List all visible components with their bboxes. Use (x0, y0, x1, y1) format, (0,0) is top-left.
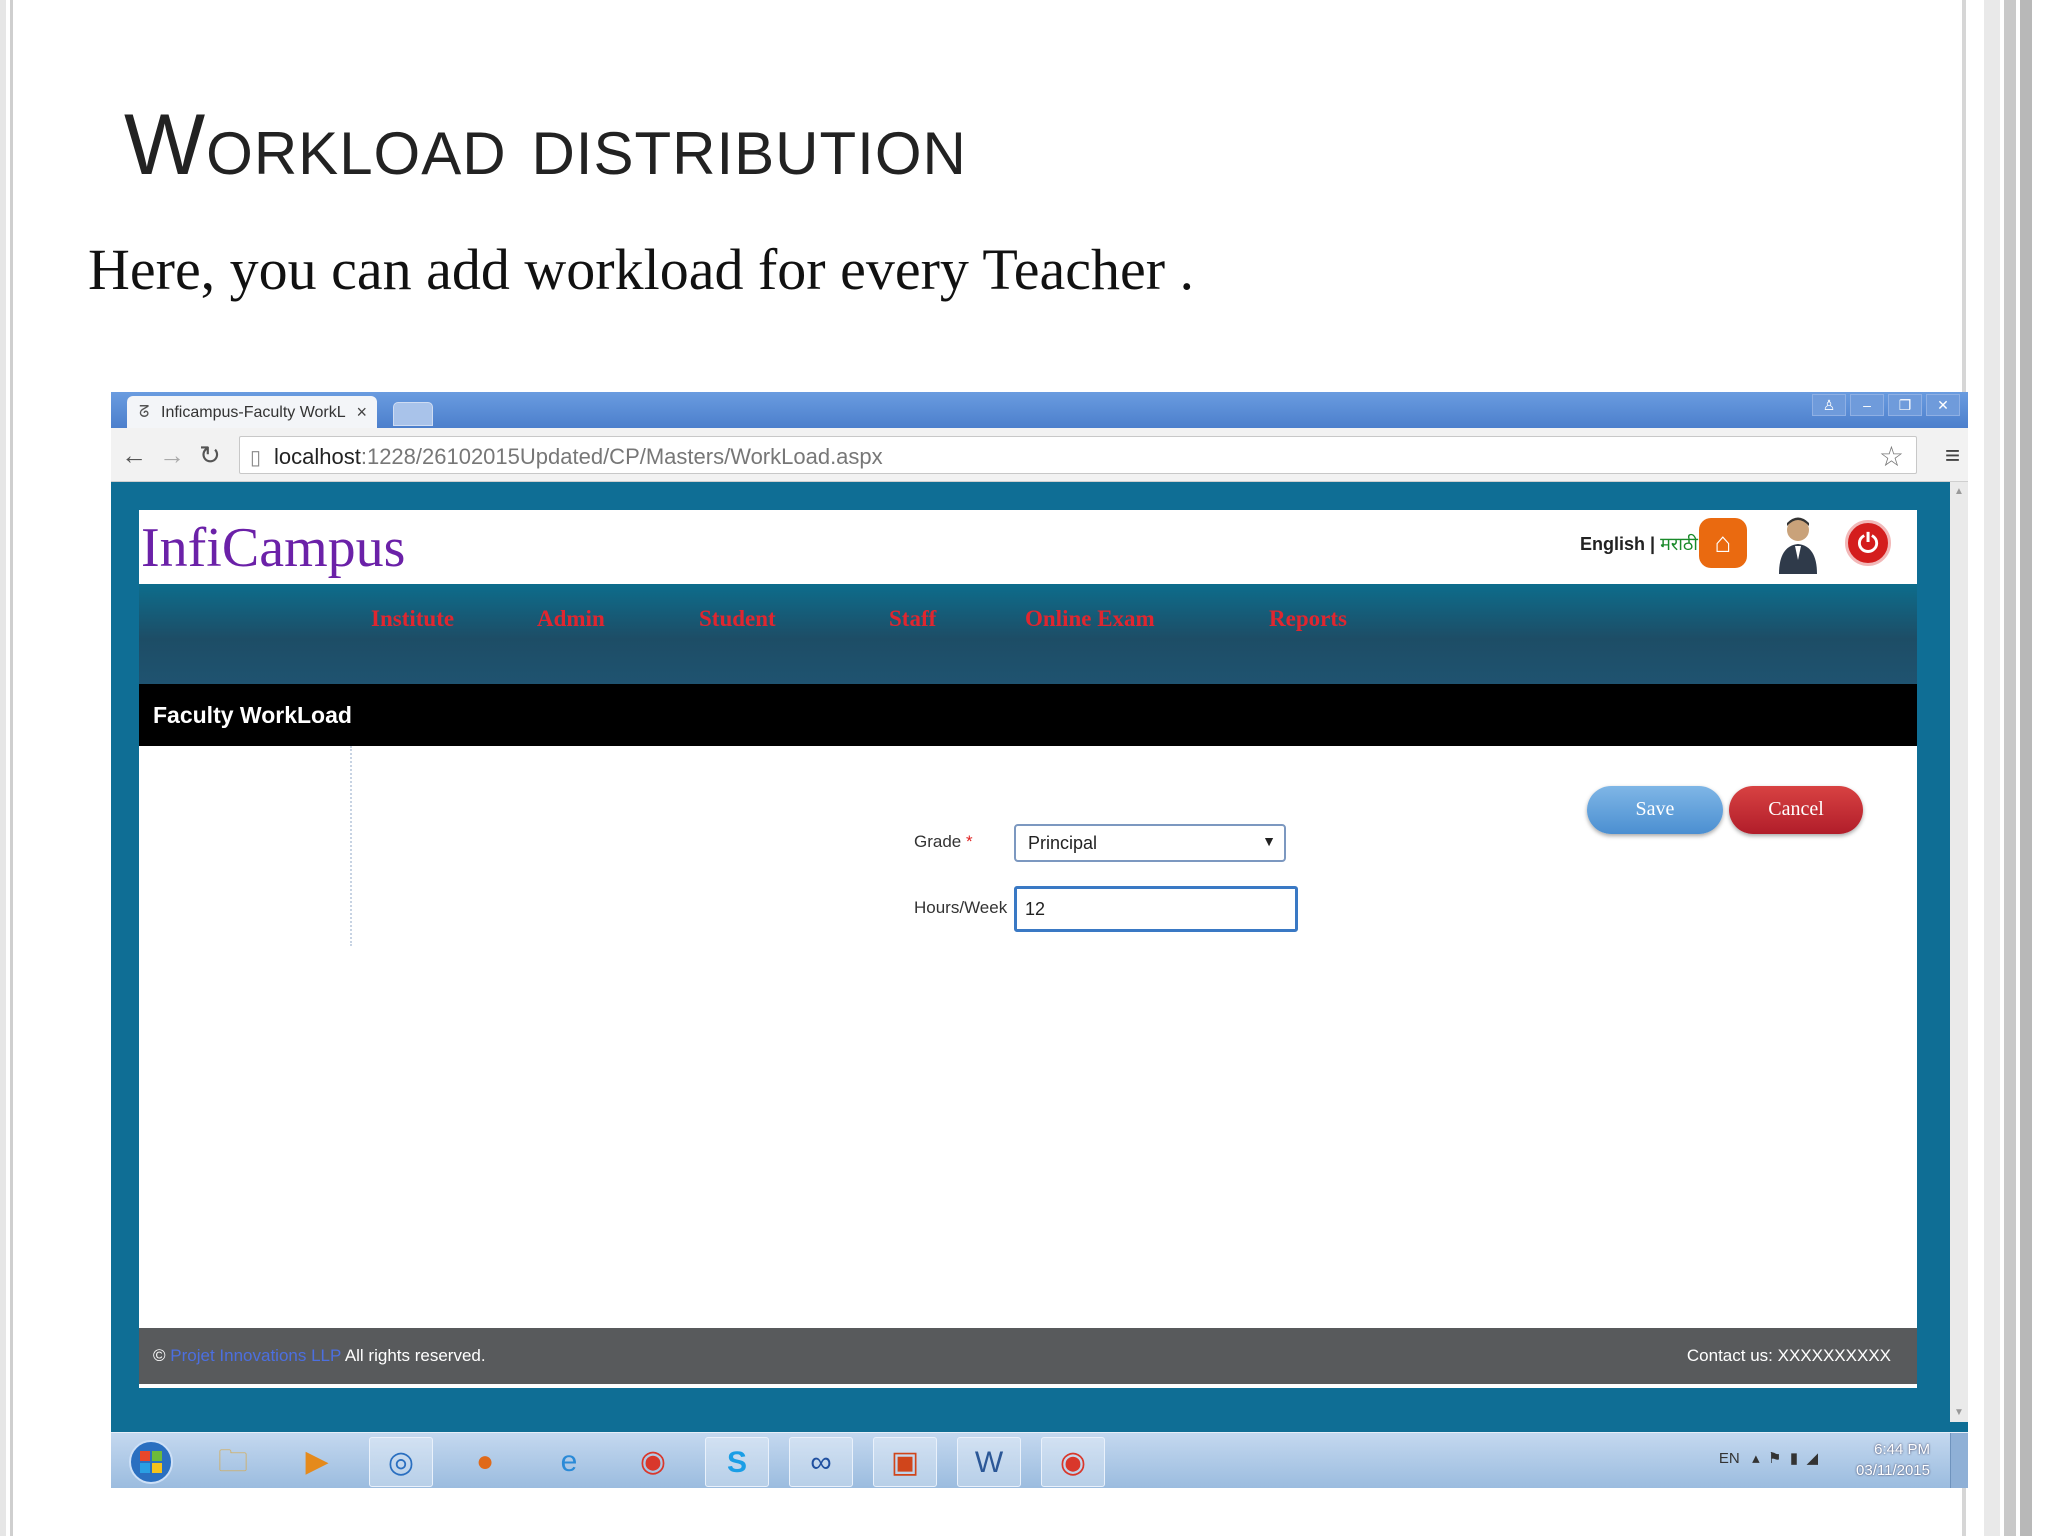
menu-item-student[interactable]: Student (699, 606, 776, 632)
reload-icon[interactable]: ↻ (199, 440, 221, 471)
lang-separator: | (1645, 534, 1661, 554)
lang-english-link[interactable]: English (1580, 534, 1645, 554)
slide-left-border (0, 0, 6, 1536)
internet-explorer-icon[interactable]: e (537, 1437, 601, 1487)
back-arrow-icon[interactable]: ← (121, 440, 147, 471)
user-profile-icon[interactable] (1773, 514, 1823, 574)
footer-copyright: © Projet Innovations LLP All rights rese… (153, 1346, 486, 1366)
page-scrollbar[interactable]: ▲ ▼ (1950, 482, 1968, 1422)
scroll-up-icon[interactable]: ▲ (1954, 486, 1964, 497)
scroll-down-icon[interactable]: ▼ (1954, 1407, 1964, 1418)
home-icon[interactable]: ⌂ (1699, 518, 1747, 568)
infinity-app-icon[interactable]: ∞ (789, 1437, 853, 1487)
logout-power-icon[interactable]: ⏻ (1845, 520, 1891, 566)
page-title: Faculty WorkLoad (153, 702, 352, 728)
power-tray-icon[interactable]: ▮ (1790, 1450, 1798, 1467)
skype-icon[interactable]: S (705, 1437, 769, 1487)
copyright-symbol: © (153, 1346, 166, 1365)
app-footer: © Projet Innovations LLP All rights rese… (139, 1328, 1917, 1384)
restore-button[interactable]: ❐ (1888, 394, 1922, 416)
hours-label: Hours/Week (914, 898, 1008, 917)
menu-item-online-exam[interactable]: Online Exam (1025, 606, 1155, 632)
address-bar[interactable]: ▯ localhost:1228/26102015Updated/CP/Mast… (239, 436, 1917, 474)
show-desktop-button[interactable] (1950, 1433, 1968, 1488)
clock[interactable]: 6:44 PM 03/11/2015 (1856, 1439, 1930, 1481)
minimize-button[interactable]: – (1850, 394, 1884, 416)
page-header: Faculty WorkLoad (139, 684, 1917, 746)
divider (350, 746, 354, 946)
language-switcher: English | मराठी (1580, 532, 1698, 556)
tab-title: Inficampus-Faculty WorkL (161, 404, 346, 421)
slide-right-bar (1984, 0, 2000, 1536)
main-menu: Institute Admin Student Staff Online Exa… (139, 584, 1917, 684)
forward-arrow-icon[interactable]: → (159, 440, 185, 471)
slide-title: Workload distribution (124, 97, 967, 193)
language-indicator[interactable]: EN (1719, 1450, 1740, 1467)
file-explorer-icon[interactable]: 🗀 (201, 1437, 265, 1487)
chrome-icon[interactable]: ◉ (621, 1437, 685, 1487)
url-host: localhost (274, 444, 361, 469)
grade-label: Grade * (914, 832, 973, 852)
url-path: :1228/26102015Updated/CP/Masters/WorkLoa… (360, 444, 883, 469)
lang-marathi-link[interactable]: मराठी (1660, 534, 1698, 554)
browser-titlebar: ᘔ Inficampus-Faculty WorkL × ♙ – ❐ ✕ (111, 392, 1968, 428)
clock-time: 6:44 PM (1874, 1441, 1930, 1458)
signal-icon[interactable]: ◢ (1806, 1450, 1818, 1467)
window-controls: ♙ – ❐ ✕ (1812, 394, 1960, 416)
save-button[interactable]: Save (1587, 786, 1723, 834)
close-window-button[interactable]: ✕ (1926, 394, 1960, 416)
menu-item-reports[interactable]: Reports (1269, 606, 1347, 632)
browser-tab[interactable]: ᘔ Inficampus-Faculty WorkL × (127, 396, 377, 428)
address-toolbar: ← → ↻ ▯ localhost:1228/26102015Updated/C… (111, 428, 1968, 482)
app-window: InfiCampus English | मराठी ⌂ ⏻ Institute… (139, 510, 1917, 1388)
firefox-icon[interactable]: ● (453, 1437, 517, 1487)
form-area: Grade * Principal ▼ Hours/Week 12 Save C… (139, 746, 1917, 1328)
browser-menu-icon[interactable]: ≡ (1945, 440, 1960, 471)
cancel-button[interactable]: Cancel (1729, 786, 1863, 834)
slide-left-border-inner (10, 0, 13, 1536)
chrome-active-icon[interactable]: ◉ (1041, 1437, 1105, 1487)
tab-close-icon[interactable]: × (356, 402, 367, 423)
slide-right-bar-3 (2020, 0, 2032, 1536)
app-header: InfiCampus English | मराठी ⌂ ⏻ (139, 510, 1917, 584)
menu-item-staff[interactable]: Staff (889, 606, 936, 632)
chevron-down-icon: ▼ (1262, 833, 1276, 849)
page-icon: ▯ (250, 447, 262, 469)
hours-per-week-input[interactable]: 12 (1014, 886, 1298, 932)
required-marker: * (965, 832, 973, 851)
rights-text: All rights reserved. (344, 1346, 486, 1365)
slide-subtitle: Here, you can add workload for every Tea… (88, 237, 1195, 302)
slide: Workload distribution Here, you can add … (0, 0, 2048, 1536)
powerpoint-icon[interactable]: ▣ (873, 1437, 937, 1487)
bookmark-star-icon[interactable]: ☆ (1879, 440, 1904, 473)
action-center-icon[interactable]: ⚑ (1768, 1450, 1781, 1467)
word-icon[interactable]: W (957, 1437, 1021, 1487)
windows-taskbar: 🗀 ▶ ◎ ● e ◉ S ∞ ▣ W ◉ EN ▴ ⚑ ▮ ◢ 6:44 PM… (111, 1432, 1968, 1488)
clock-date: 03/11/2015 (1856, 1462, 1930, 1479)
grade-select[interactable]: Principal ▼ (1014, 824, 1286, 862)
system-tray: EN ▴ ⚑ ▮ ◢ (1719, 1449, 1818, 1467)
app-logo[interactable]: InfiCampus (141, 516, 405, 580)
start-button[interactable] (119, 1437, 183, 1487)
browser-screenshot: ᘔ Inficampus-Faculty WorkL × ♙ – ❐ ✕ ← →… (111, 392, 1968, 1488)
new-tab-button[interactable] (393, 402, 433, 426)
favicon-icon: ᘔ (139, 404, 150, 421)
media-player-icon[interactable]: ▶ (285, 1437, 349, 1487)
profile-icon[interactable]: ♙ (1812, 394, 1846, 416)
menu-item-admin[interactable]: Admin (537, 606, 605, 632)
menu-item-institute[interactable]: Institute (371, 606, 454, 632)
contact-info: Contact us: XXXXXXXXXX (1686, 1346, 1891, 1365)
slide-right-bar-2 (2004, 0, 2016, 1536)
company-link[interactable]: Projet Innovations LLP (170, 1346, 341, 1365)
network-app-icon[interactable]: ◎ (369, 1437, 433, 1487)
grade-label-text: Grade (914, 832, 962, 851)
grade-select-value: Principal (1028, 833, 1098, 853)
tray-expand-icon[interactable]: ▴ (1752, 1450, 1760, 1467)
